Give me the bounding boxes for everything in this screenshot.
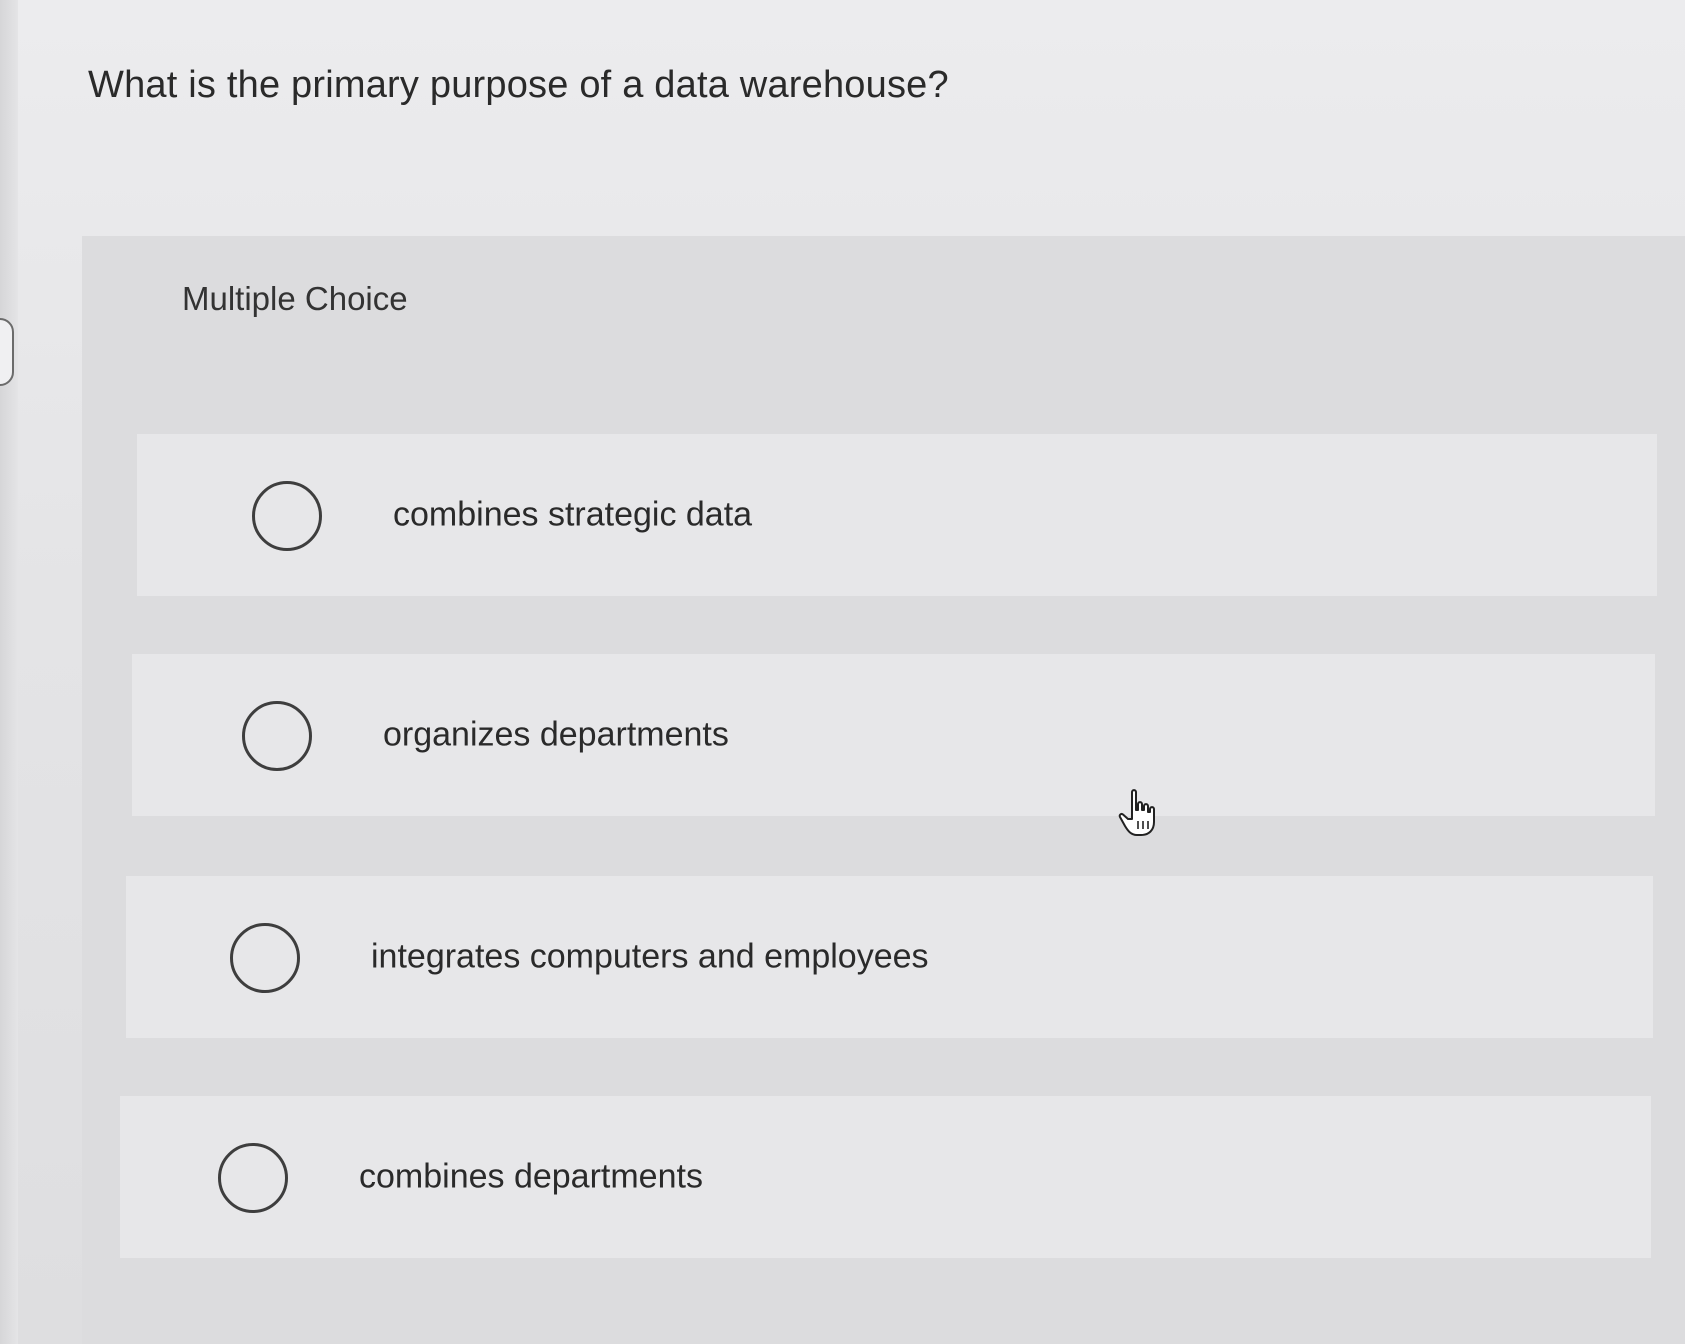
radio-button-4[interactable]: [218, 1143, 288, 1213]
side-tab-handle[interactable]: [0, 318, 14, 386]
choice-label-4: combines departments: [359, 1157, 703, 1196]
choice-option-4[interactable]: combines departments: [120, 1096, 1651, 1258]
choice-option-1[interactable]: combines strategic data: [137, 434, 1657, 596]
question-text: What is the primary purpose of a data wa…: [88, 64, 949, 106]
choice-option-3[interactable]: integrates computers and employees: [126, 876, 1653, 1038]
answer-panel: Multiple Choice combines strategic data …: [82, 236, 1685, 1344]
question-type-label: Multiple Choice: [182, 280, 408, 317]
hand-pointer-icon: [1118, 789, 1155, 836]
choice-label-1: combines strategic data: [393, 495, 753, 534]
radio-button-2[interactable]: [242, 701, 312, 771]
left-edge-shadow: [0, 0, 18, 1344]
choice-option-2[interactable]: organizes departments: [132, 654, 1655, 816]
radio-button-1[interactable]: [252, 481, 322, 551]
radio-button-3[interactable]: [230, 923, 300, 993]
choice-label-2: organizes departments: [383, 715, 729, 754]
choice-label-3: integrates computers and employees: [371, 937, 929, 976]
